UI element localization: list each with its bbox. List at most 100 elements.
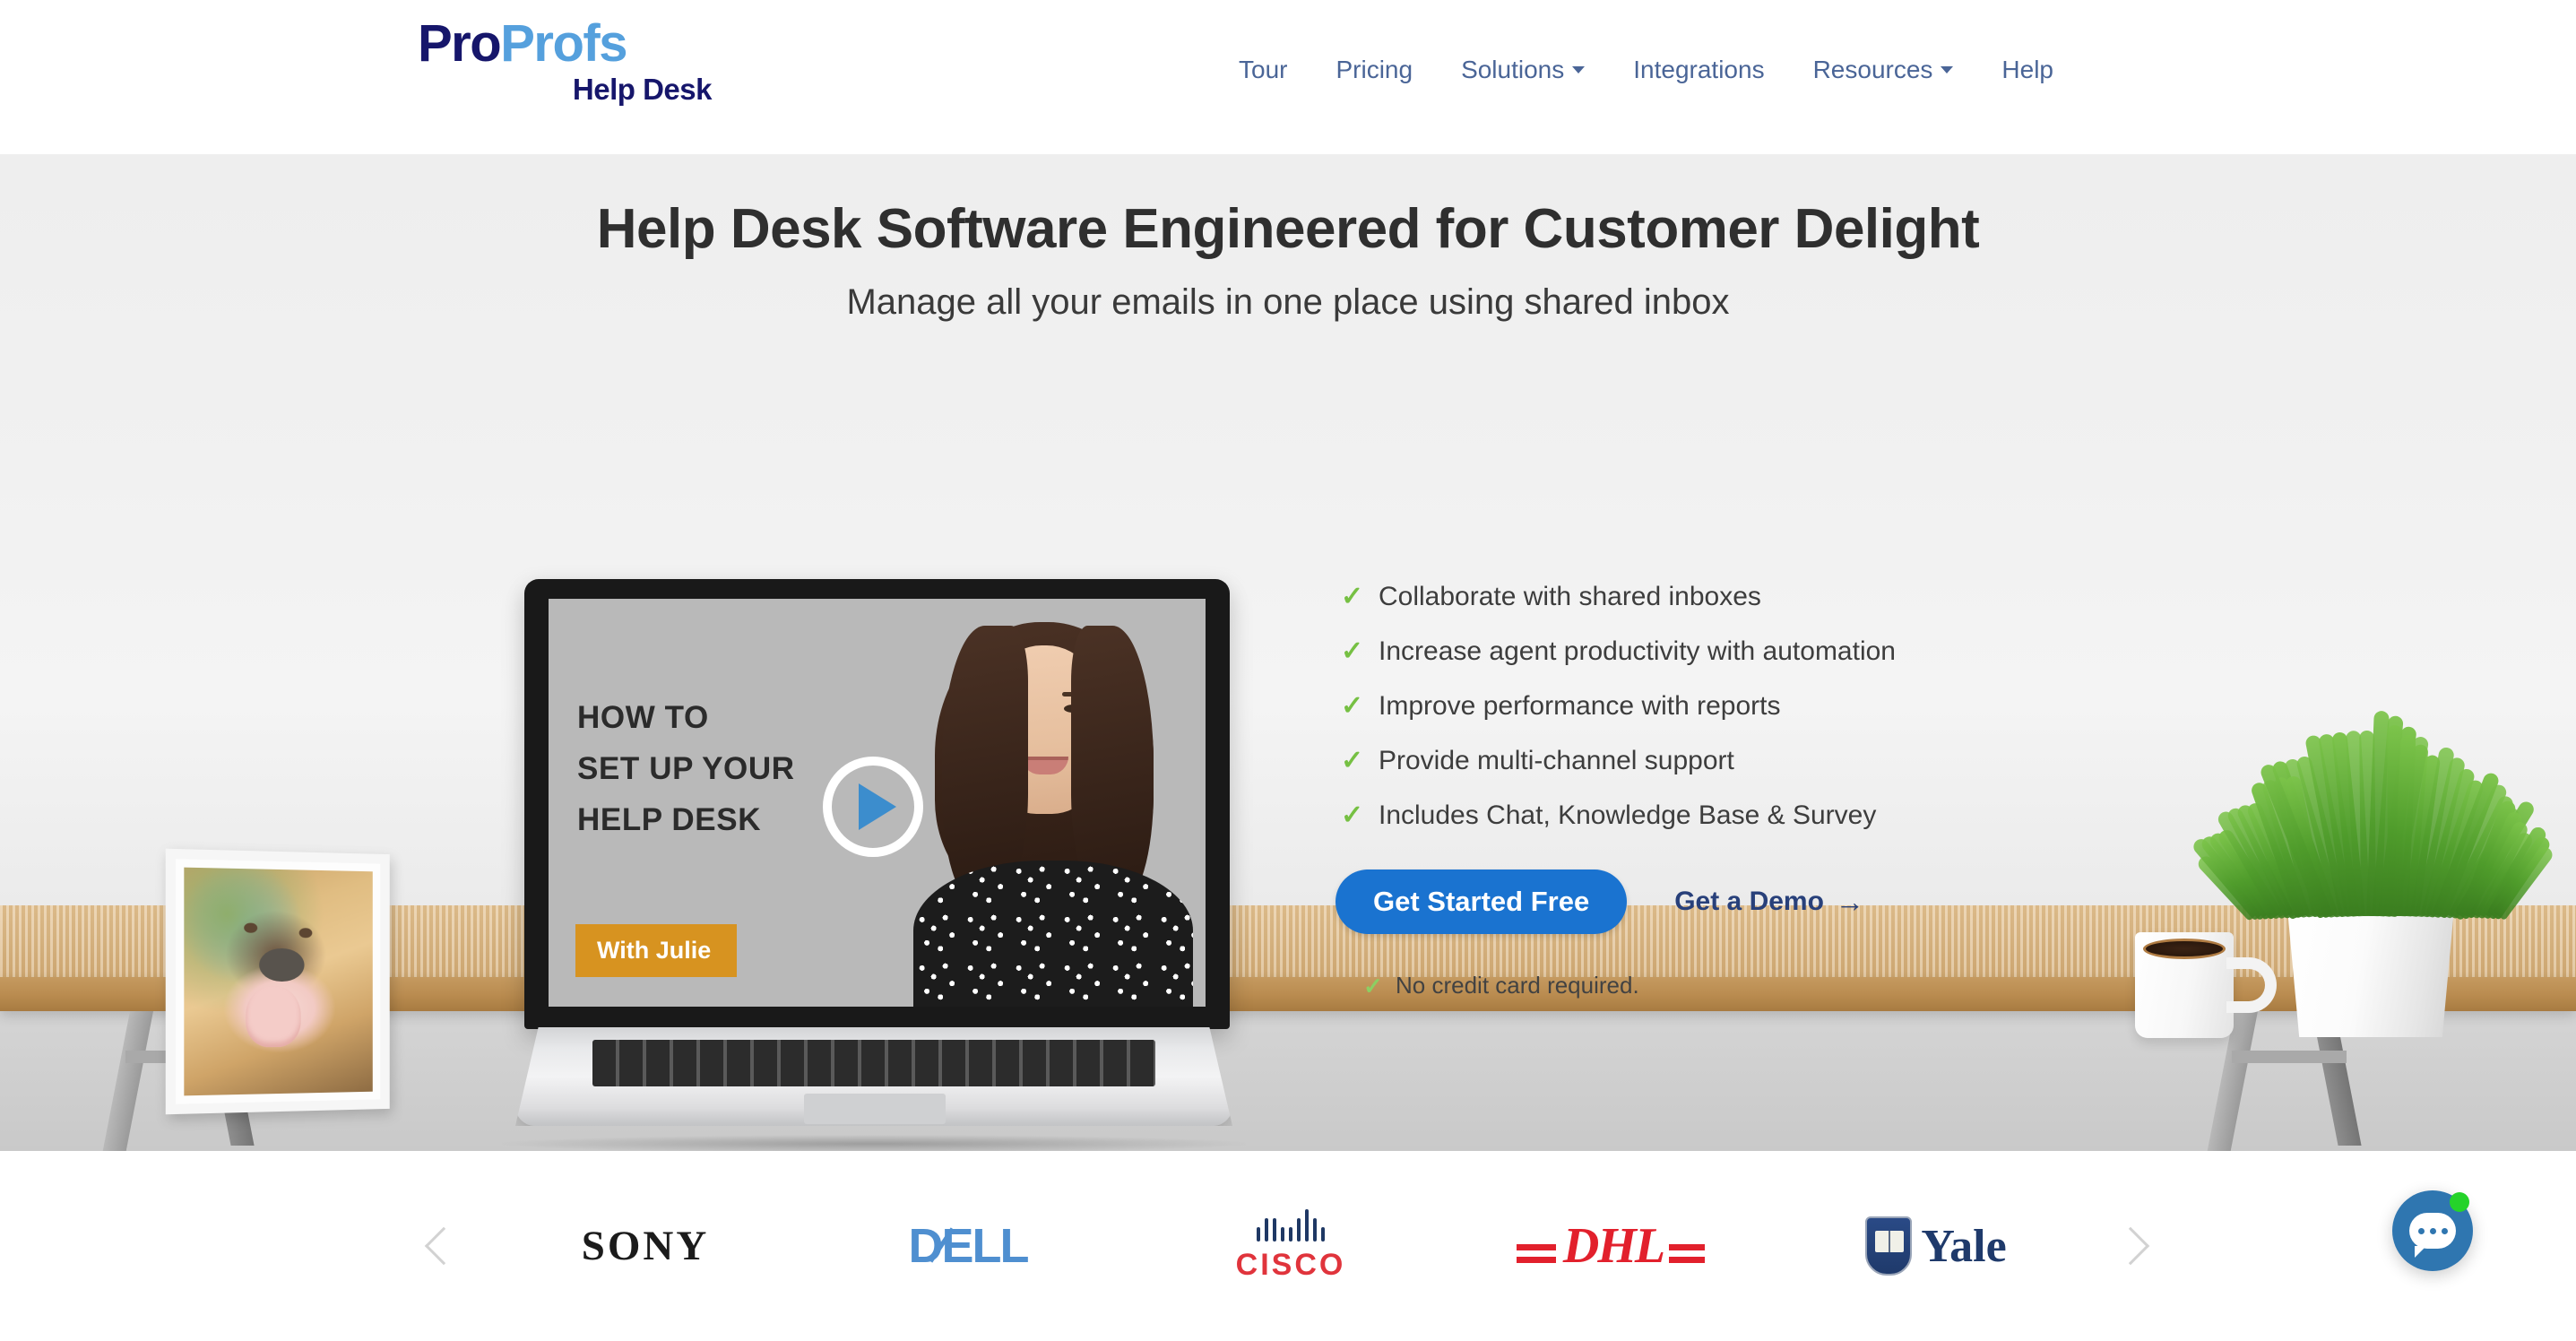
video-headline-line2: SET UP YOUR <box>577 743 795 794</box>
check-icon: ✓ <box>1341 802 1368 829</box>
check-icon: ✓ <box>1363 974 1387 998</box>
chat-dot <box>2418 1228 2425 1234</box>
yale-book-icon <box>1875 1231 1904 1252</box>
nav-label-solutions: Solutions <box>1461 56 1564 84</box>
laptop-shadow <box>502 1135 1246 1151</box>
feature-label: Increase agent productivity with automat… <box>1379 636 1896 667</box>
hero-section: Help Desk Software Engineered for Custom… <box>0 154 2576 1151</box>
check-icon: ✓ <box>1341 584 1368 610</box>
nav-item-help[interactable]: Help <box>1977 50 2078 90</box>
sony-logo: SONY <box>582 1222 710 1270</box>
cisco-bars-icon <box>1257 1209 1325 1242</box>
list-item: ✓ Increase agent productivity with autom… <box>1341 634 2040 669</box>
chevron-down-icon <box>1941 66 1953 74</box>
dog-tongue <box>246 986 300 1047</box>
nav-label-tour: Tour <box>1239 56 1287 84</box>
dhl-speedline <box>1517 1257 1556 1263</box>
dhl-speedline <box>1517 1244 1556 1250</box>
carousel-track: SONY DELL CISCO DHL Yale <box>484 1151 2097 1341</box>
chat-dot <box>2430 1228 2436 1234</box>
chevron-left-icon[interactable] <box>421 1225 462 1267</box>
list-item: ✓ Provide multi-channel support <box>1341 743 2040 778</box>
feature-label: Improve performance with reports <box>1379 691 1781 722</box>
no-credit-card-label: No credit card required. <box>1396 972 1639 999</box>
chat-widget-button[interactable] <box>2392 1190 2473 1271</box>
logo-item-sony[interactable]: SONY <box>484 1151 807 1341</box>
laptop-mockup: HOW TO SET UP YOUR HELP DESK With Julie <box>515 579 1232 1151</box>
get-a-demo-link[interactable]: Get a Demo → <box>1674 886 1864 919</box>
main-navigation: Tour Pricing Solutions Integrations Reso… <box>1215 50 2078 90</box>
logo-item-dhl[interactable]: DHL <box>1452 1151 1775 1341</box>
nav-label-integrations: Integrations <box>1633 56 1764 84</box>
dog-photo <box>184 868 372 1096</box>
dell-logo: DELL <box>909 1218 1028 1274</box>
dog-photo-frame <box>166 849 390 1115</box>
dhl-logo: DHL <box>1563 1217 1664 1275</box>
arrow-right-icon: → <box>1836 886 1864 919</box>
laptop-lid: HOW TO SET UP YOUR HELP DESK With Julie <box>524 579 1230 1029</box>
coffee-surface <box>2143 939 2226 959</box>
video-headline-line1: HOW TO <box>577 692 795 743</box>
feature-label: Includes Chat, Knowledge Base & Survey <box>1379 800 1876 831</box>
check-icon: ✓ <box>1341 693 1368 720</box>
play-triangle <box>859 783 896 830</box>
video-thumbnail[interactable]: HOW TO SET UP YOUR HELP DESK With Julie <box>549 599 1206 1007</box>
dog-nose <box>259 947 304 982</box>
cisco-logo: CISCO <box>1236 1209 1346 1283</box>
play-icon[interactable] <box>823 757 923 857</box>
laptop-keyboard <box>592 1040 1155 1086</box>
no-credit-card-note: ✓ No credit card required. <box>1363 972 1639 999</box>
get-a-demo-label: Get a Demo <box>1674 887 1824 917</box>
logo-pro-text: Pro <box>418 14 500 73</box>
feature-label: Provide multi-channel support <box>1379 746 1734 776</box>
list-item: ✓ Includes Chat, Knowledge Base & Survey <box>1341 798 2040 833</box>
chevron-left-glyph <box>425 1227 462 1265</box>
check-icon: ✓ <box>1341 748 1368 774</box>
page-subtitle: Manage all your emails in one place usin… <box>0 282 2576 323</box>
get-started-free-button[interactable]: Get Started Free <box>1336 869 1627 934</box>
nav-item-resources[interactable]: Resources <box>1789 50 1978 90</box>
laptop-trackpad <box>804 1094 946 1124</box>
chevron-down-icon <box>1572 66 1585 74</box>
logo-item-cisco[interactable]: CISCO <box>1129 1151 1452 1341</box>
nav-item-solutions[interactable]: Solutions <box>1437 50 1609 90</box>
nav-label-resources: Resources <box>1813 56 1933 84</box>
potted-plant-leaves <box>2236 692 2505 916</box>
list-item: ✓ Improve performance with reports <box>1341 688 2040 723</box>
nav-item-integrations[interactable]: Integrations <box>1609 50 1788 90</box>
video-headline-line3: HELP DESK <box>577 794 795 845</box>
nav-label-pricing: Pricing <box>1336 56 1413 84</box>
nav-item-tour[interactable]: Tour <box>1215 50 1311 90</box>
dell-logo-text: DELL <box>909 1219 1028 1273</box>
dog-eye <box>244 923 257 933</box>
chevron-right-icon[interactable] <box>2114 1225 2155 1267</box>
logo-item-dell[interactable]: DELL <box>807 1151 1129 1341</box>
feature-label: Collaborate with shared inboxes <box>1379 582 1761 612</box>
client-logo-carousel: SONY DELL CISCO DHL Yale <box>0 1151 2576 1341</box>
dhl-logo-text: DHL <box>1563 1218 1664 1274</box>
feature-list: ✓ Collaborate with shared inboxes ✓ Incr… <box>1341 579 2040 852</box>
online-status-indicator <box>2450 1192 2469 1212</box>
chat-bubble-icon <box>2409 1213 2456 1249</box>
dog-eye <box>298 928 312 938</box>
chat-dot <box>2442 1228 2448 1234</box>
dhl-speedline <box>1669 1257 1705 1263</box>
list-item: ✓ Collaborate with shared inboxes <box>1341 579 2040 614</box>
site-header: ProProfs Help Desk Tour Pricing Solution… <box>0 0 2576 154</box>
nav-item-pricing[interactable]: Pricing <box>1311 50 1437 90</box>
proprofs-logo[interactable]: ProProfs Help Desk <box>418 18 713 117</box>
yale-shield-icon <box>1865 1216 1912 1276</box>
desk-leg-brace <box>2232 1051 2347 1063</box>
check-icon: ✓ <box>1341 638 1368 665</box>
coffee-mug <box>2135 932 2234 1038</box>
chevron-right-glyph <box>2112 1227 2149 1265</box>
presenter-blouse <box>913 861 1193 1007</box>
page-root: ProProfs Help Desk Tour Pricing Solution… <box>0 0 2576 1341</box>
dhl-speedline <box>1669 1244 1705 1250</box>
cta-group: Get Started Free Get a Demo → <box>1336 869 1864 934</box>
yale-logo: Yale <box>1865 1216 2006 1276</box>
video-headline: HOW TO SET UP YOUR HELP DESK <box>577 692 795 845</box>
logo-wordmark: ProProfs <box>418 18 713 70</box>
logo-item-yale[interactable]: Yale <box>1775 1151 2097 1341</box>
video-presenter-badge: With Julie <box>575 924 737 977</box>
